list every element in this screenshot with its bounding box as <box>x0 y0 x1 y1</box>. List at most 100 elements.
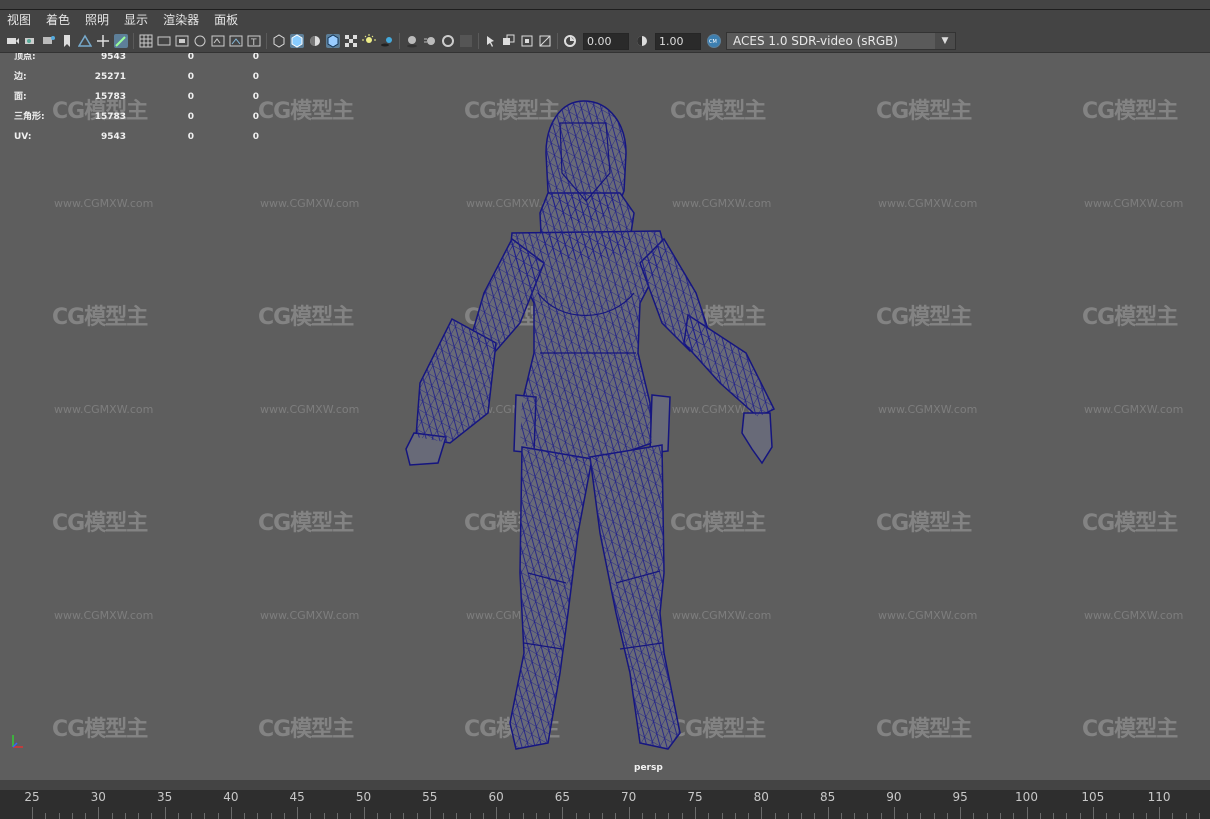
shadows-icon[interactable] <box>380 34 394 48</box>
timeline-tick <box>509 813 511 819</box>
bookmark-icon[interactable] <box>60 34 74 48</box>
color-management-icon[interactable]: CM <box>707 34 721 48</box>
gate-mask-icon[interactable] <box>193 34 207 48</box>
timeline-tick <box>177 813 179 819</box>
timeline-tick <box>801 813 803 819</box>
timeline-tick <box>695 807 696 819</box>
hud-value: 0 <box>252 53 259 62</box>
bookmarks-icon[interactable] <box>42 34 56 48</box>
timeline-tick <box>71 813 73 819</box>
menu-renderer[interactable]: 渲染器 <box>156 10 207 30</box>
timeline-tick <box>204 813 206 819</box>
camera-name-label: persp <box>634 763 663 773</box>
grid-icon[interactable] <box>139 34 153 48</box>
timeline-tick <box>1013 813 1015 819</box>
timeline-tick <box>761 807 763 819</box>
xray-icon[interactable] <box>502 34 516 48</box>
timeline-tick <box>562 807 564 819</box>
default-material-icon[interactable] <box>308 34 322 48</box>
panel-toolbar: T 0.00 1.00 CM ACES 1.0 SDR-video (sRGB)… <box>0 30 1210 53</box>
perspective-viewport[interactable]: CG模型主 www.CGMXW.com CG模型主 www.CGMXW.com CG模型… <box>0 53 1210 780</box>
isolate-select-icon[interactable] <box>484 34 498 48</box>
timeline-tick-label: 105 <box>1081 790 1105 804</box>
timeline-tick <box>946 813 948 819</box>
timeline-tick <box>456 813 458 819</box>
xray-joints-icon[interactable] <box>520 34 534 48</box>
menu-show[interactable]: 显示 <box>117 10 156 30</box>
gamma-field[interactable]: 0.00 <box>583 32 629 50</box>
timeline-tick <box>641 813 643 819</box>
textured-icon[interactable] <box>344 34 358 48</box>
timeline-tick <box>1039 813 1041 819</box>
timeline-tick <box>734 813 736 819</box>
timeline-tick-label: 75 <box>687 790 703 804</box>
safe-title-icon[interactable]: T <box>247 34 261 48</box>
gamma-icon[interactable] <box>563 34 577 48</box>
timeline-tick <box>111 813 113 819</box>
screen-space-ao-icon[interactable] <box>405 34 419 48</box>
timeline-tick <box>628 807 630 819</box>
window-top-strip <box>0 0 1210 10</box>
time-slider[interactable]: 25 30 35 40 45 50 55 60 65 70 75 80 85 90 95 100 105 110 <box>0 790 1210 819</box>
grease-pencil-icon[interactable] <box>114 34 128 48</box>
timeline-tick <box>58 813 60 819</box>
smooth-shade-icon[interactable] <box>290 34 304 48</box>
timeline-tick <box>1053 813 1055 819</box>
timeline-tick <box>443 813 445 819</box>
timeline-tick <box>960 807 962 819</box>
hud-value: 9543 <box>100 132 126 142</box>
toolbar-separator <box>557 33 558 49</box>
hud-value: 0 <box>187 112 194 122</box>
timeline-tick <box>854 813 856 819</box>
timeline-tick <box>1079 813 1081 819</box>
hud-value: 0 <box>187 53 194 62</box>
timeline-tick <box>840 813 842 819</box>
timeline-tick <box>270 813 272 819</box>
wireframe-on-shaded-icon[interactable] <box>326 34 340 48</box>
xray-components-icon[interactable] <box>538 34 552 48</box>
timeline-tick <box>191 813 193 819</box>
field-chart-icon[interactable] <box>211 34 225 48</box>
chevron-down-icon[interactable]: ▼ <box>935 33 955 49</box>
menu-lighting[interactable]: 照明 <box>78 10 117 30</box>
hud-label: 边: <box>14 72 27 82</box>
resolution-gate-icon[interactable] <box>175 34 189 48</box>
hud-value: 25271 <box>94 72 126 82</box>
timeline-tick <box>986 813 988 819</box>
motion-blur-icon[interactable] <box>423 34 437 48</box>
depth-of-field-icon[interactable] <box>459 34 473 48</box>
timeline-tick <box>549 813 551 819</box>
select-camera-icon[interactable] <box>6 34 20 48</box>
timeline-tick <box>138 813 140 819</box>
exposure-field[interactable]: 1.00 <box>655 32 701 50</box>
timeline-tick <box>244 813 246 819</box>
toolbar-separator <box>478 33 479 49</box>
safe-action-icon[interactable] <box>229 34 243 48</box>
timeline-tick-label: 40 <box>223 790 239 804</box>
menu-view[interactable]: 视图 <box>0 10 39 30</box>
timeline-tick <box>98 807 100 819</box>
timeline-tick <box>867 813 869 819</box>
timeline-tick-label: 85 <box>819 790 836 804</box>
exposure-icon[interactable] <box>635 34 649 48</box>
two-d-pan-zoom-icon[interactable] <box>96 34 110 48</box>
camera-attributes-icon[interactable] <box>24 34 38 48</box>
timeline-tick <box>721 813 723 819</box>
view-transform-select[interactable]: ACES 1.0 SDR-video (sRGB) ▼ <box>726 32 956 50</box>
timeline-tick <box>1132 813 1134 819</box>
film-gate-icon[interactable] <box>157 34 171 48</box>
menu-shading[interactable]: 着色 <box>39 10 78 30</box>
timeline-tick <box>416 813 418 819</box>
lighting-icon[interactable] <box>362 34 376 48</box>
wireframe-icon[interactable] <box>272 34 286 48</box>
timeline-tick <box>350 813 352 819</box>
hud-label: 面: <box>14 92 27 102</box>
character-wireframe-mesh[interactable] <box>0 53 1210 780</box>
timeline-tick <box>827 807 829 819</box>
hud-value: 0 <box>252 72 259 82</box>
view-axis-icon <box>12 735 23 748</box>
timeline-tick <box>999 813 1001 819</box>
menu-panels[interactable]: 面板 <box>207 10 246 30</box>
anti-aliasing-icon[interactable] <box>441 34 455 48</box>
image-plane-icon[interactable] <box>78 34 92 48</box>
